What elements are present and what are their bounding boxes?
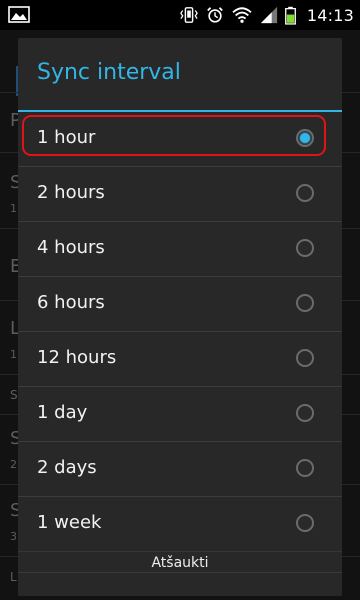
radio-button-selected[interactable]: [296, 129, 314, 147]
background-text: 3: [10, 530, 17, 543]
cancel-button[interactable]: Atšaukti: [18, 555, 342, 585]
status-bar: 14:13: [0, 0, 360, 30]
sync-interval-dialog: Sync interval 1 hour 2 hours 4 hours 6 h…: [18, 38, 342, 596]
dialog-title-bar: Sync interval: [18, 38, 342, 110]
option-6-hours[interactable]: 6 hours: [18, 277, 342, 332]
image-icon: [8, 6, 30, 23]
option-label: 1 day: [37, 402, 88, 423]
alarm-icon: [207, 7, 223, 23]
option-1-hour[interactable]: 1 hour: [18, 112, 342, 167]
option-label: 6 hours: [37, 292, 105, 313]
dialog-title: Sync interval: [37, 60, 181, 85]
vibrate-icon: [180, 7, 198, 23]
background-text: 2: [10, 458, 17, 471]
radio-button[interactable]: [296, 239, 314, 257]
background-text: L: [10, 570, 17, 584]
option-1-week[interactable]: 1 week: [18, 497, 342, 552]
option-label: 12 hours: [37, 347, 117, 368]
option-label: 2 hours: [37, 182, 105, 203]
background-text: 1: [10, 348, 17, 361]
clock: 14:13: [306, 5, 354, 25]
radio-button[interactable]: [296, 514, 314, 532]
wifi-icon: [232, 7, 252, 23]
option-12-hours[interactable]: 12 hours: [18, 332, 342, 387]
radio-button[interactable]: [296, 459, 314, 477]
option-label: 1 hour: [37, 127, 96, 148]
option-2-hours[interactable]: 2 hours: [18, 167, 342, 222]
option-1-day[interactable]: 1 day: [18, 387, 342, 442]
option-label: 4 hours: [37, 237, 105, 258]
radio-button[interactable]: [296, 349, 314, 367]
screen: 14:13 P S 1 E L 1 S S 2 S 3 L Sync inter…: [0, 0, 360, 600]
battery-icon: [284, 6, 296, 25]
option-2-days[interactable]: 2 days: [18, 442, 342, 497]
option-label: 2 days: [37, 457, 97, 478]
background-text: S: [10, 388, 18, 402]
radio-button[interactable]: [296, 184, 314, 202]
radio-button[interactable]: [296, 404, 314, 422]
signal-icon: [260, 6, 277, 24]
radio-button[interactable]: [296, 294, 314, 312]
interval-options-list[interactable]: 1 hour 2 hours 4 hours 6 hours 12 hours …: [18, 112, 342, 572]
background-text: 1: [10, 202, 17, 215]
option-label: 1 week: [37, 512, 102, 533]
option-4-hours[interactable]: 4 hours: [18, 222, 342, 277]
